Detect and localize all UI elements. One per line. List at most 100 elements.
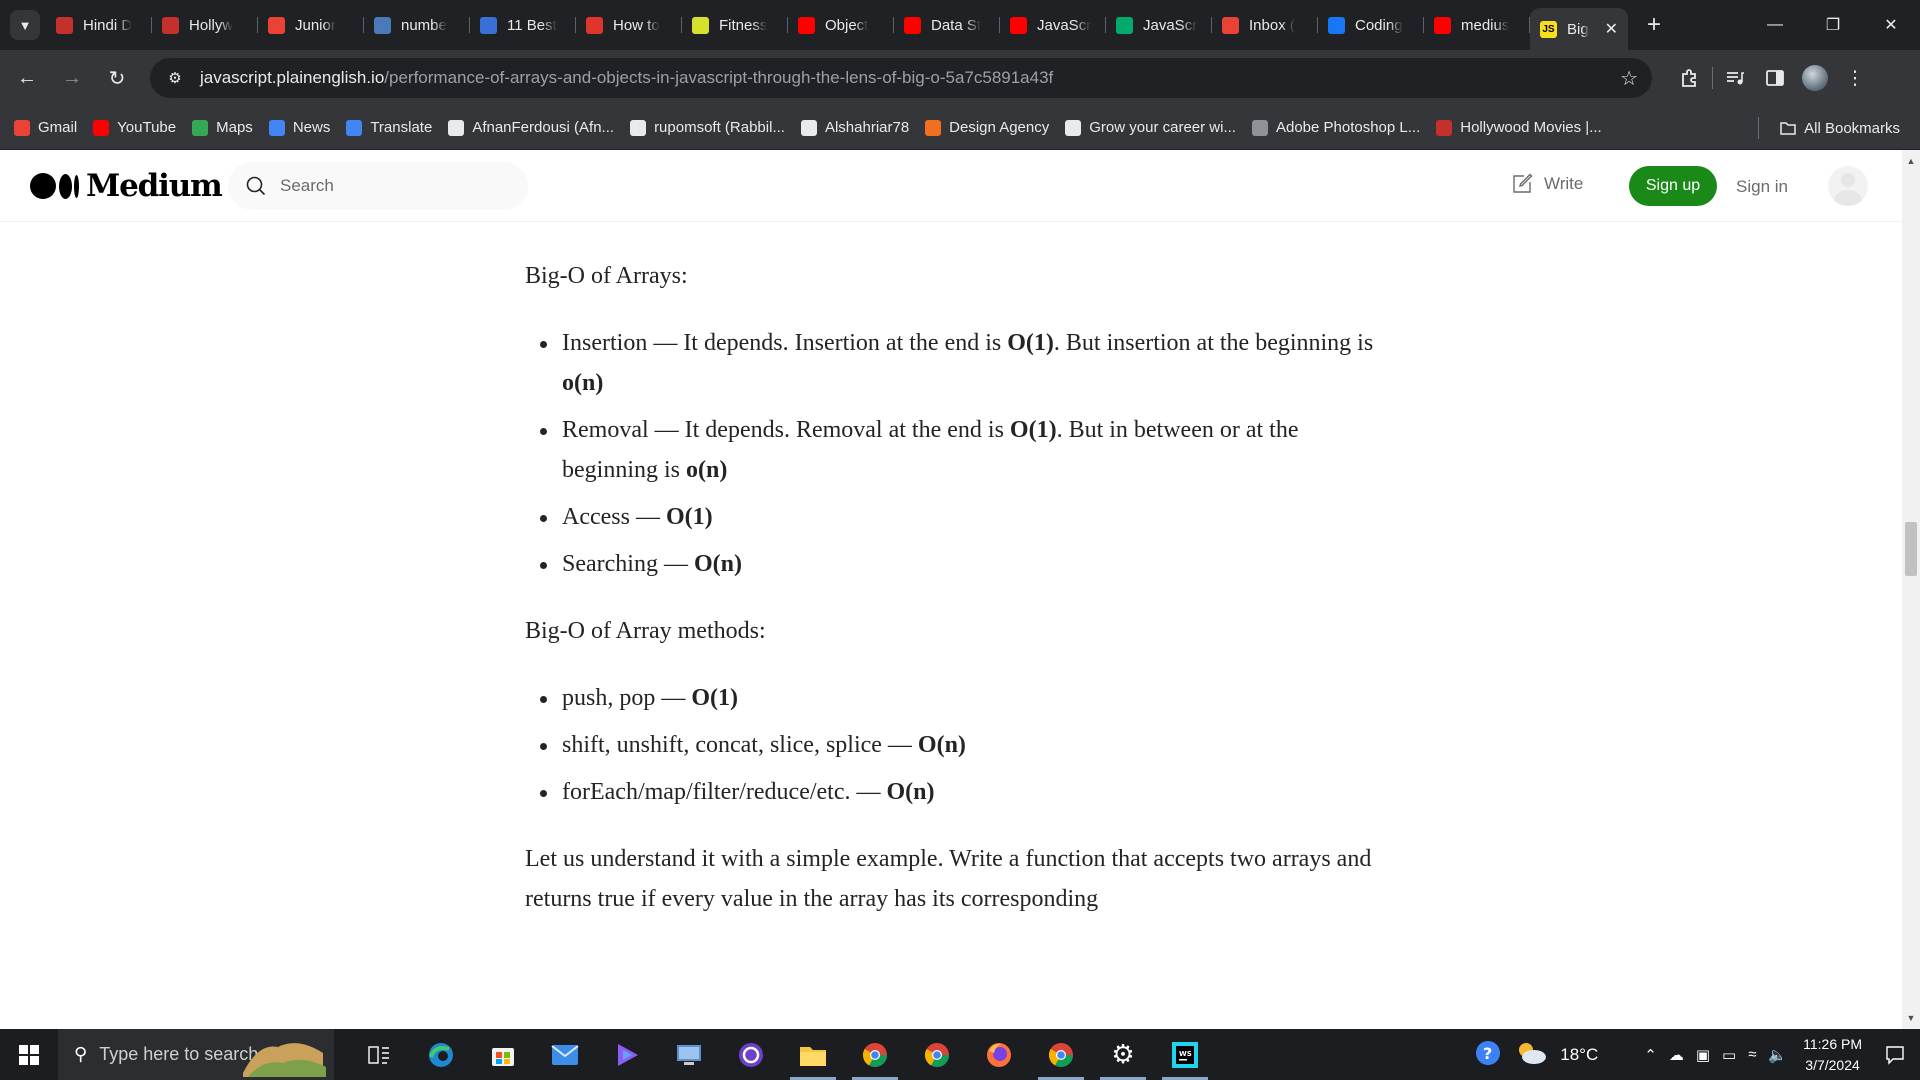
search-input[interactable] <box>280 176 500 196</box>
bookmark-12[interactable]: Hollywood Movies |... <box>1428 113 1609 143</box>
tab-10[interactable]: JavaScr <box>1000 7 1106 43</box>
weather-temperature[interactable]: 18°C <box>1560 1045 1598 1065</box>
chrome-alt-icon[interactable] <box>1030 1029 1092 1080</box>
chrome-profile-icon[interactable] <box>906 1029 968 1080</box>
tab-title: Inbox ( <box>1249 16 1295 34</box>
user-avatar[interactable] <box>1828 166 1868 206</box>
bookmark-5[interactable]: Translate <box>338 113 440 143</box>
back-button[interactable]: ← <box>9 60 45 96</box>
menu-icon[interactable]: ⋮ <box>1835 58 1875 98</box>
youtube-icon <box>798 16 815 34</box>
tab-title: Hindi D <box>83 16 133 34</box>
complexity-value: o(n) <box>562 370 604 396</box>
settings-gear-icon[interactable]: ⚙ <box>1092 1029 1154 1080</box>
tab-2[interactable]: Hollyw <box>152 7 258 43</box>
file-explorer-icon[interactable] <box>782 1029 844 1080</box>
remote-desktop-icon[interactable] <box>658 1029 720 1080</box>
media-controls-icon[interactable] <box>1715 58 1755 98</box>
profile-avatar[interactable] <box>1795 58 1835 98</box>
extensions-icon[interactable] <box>1670 58 1710 98</box>
taskbar-clock[interactable]: 11:26 PM 3/7/2024 <box>1803 1034 1862 1076</box>
tab-5[interactable]: 11 Best <box>470 7 576 43</box>
show-hidden-icons[interactable]: ⌃ <box>1644 1046 1657 1064</box>
edge-icon[interactable] <box>410 1029 472 1080</box>
clock-time: 11:26 PM <box>1803 1035 1862 1052</box>
mail-icon[interactable] <box>534 1029 596 1080</box>
tab-4[interactable]: numbe <box>364 7 470 43</box>
help-icon[interactable]: ? <box>1474 1039 1502 1071</box>
complexity-value: O(1) <box>1007 330 1054 356</box>
scroll-down-icon[interactable]: ▼ <box>1902 1009 1920 1027</box>
tab-12[interactable]: Inbox ( <box>1212 7 1318 43</box>
close-window-icon[interactable]: ✕ <box>1862 0 1920 50</box>
volume-icon[interactable]: 🔈 <box>1768 1046 1787 1064</box>
taskbar-search[interactable]: ⚲ Type here to search <box>58 1029 334 1080</box>
media-player-icon[interactable] <box>596 1029 658 1080</box>
new-tab-button[interactable]: + <box>1638 9 1670 41</box>
tab-8[interactable]: Object <box>788 7 894 43</box>
wifi-icon[interactable]: ≈ <box>1748 1046 1756 1063</box>
bookmark-6[interactable]: AfnanFerdousi (Afn... <box>440 113 622 143</box>
notification-center-icon[interactable] <box>1880 1029 1910 1080</box>
bookmark-2[interactable]: YouTube <box>85 113 184 143</box>
tab-title: Fitness <box>719 16 768 34</box>
tab-7[interactable]: Fitness <box>682 7 788 43</box>
site-info-icon[interactable]: ⚙ <box>162 69 188 87</box>
webstorm-icon[interactable]: WS <box>1154 1029 1216 1080</box>
start-button[interactable] <box>0 1029 58 1080</box>
search-box[interactable] <box>228 162 528 210</box>
chrome-icon[interactable] <box>844 1029 906 1080</box>
tab-9[interactable]: Data St <box>894 7 1000 43</box>
restore-icon[interactable]: ❐ <box>1804 0 1862 50</box>
task-view-icon[interactable] <box>348 1029 410 1080</box>
tab-active[interactable]: JS Big ✕ <box>1530 8 1628 50</box>
tab-6[interactable]: How to <box>576 7 682 43</box>
onedrive-icon[interactable]: ☁ <box>1669 1046 1684 1064</box>
browser-toolbar: ← → ↻ ⚙ javascript.plainenglish.io/perfo… <box>0 50 1920 106</box>
list-item: push, pop — O(1) <box>525 678 1377 718</box>
reload-button[interactable]: ↻ <box>99 60 135 96</box>
list-item-text: Searching — <box>562 551 694 577</box>
youtube-icon <box>1434 16 1451 34</box>
medium-logo-wordmark: Medium <box>86 168 223 204</box>
github-desktop-icon[interactable] <box>720 1029 782 1080</box>
weather-icon[interactable] <box>1514 1040 1548 1070</box>
bookmark-3[interactable]: Maps <box>184 113 261 143</box>
tab-search-button[interactable]: ▼ <box>10 10 40 40</box>
bookmark-4[interactable]: News <box>261 113 339 143</box>
bookmark-11[interactable]: Adobe Photoshop L... <box>1244 113 1428 143</box>
minimize-icon[interactable]: — <box>1746 0 1804 50</box>
forward-button[interactable]: → <box>54 60 90 96</box>
microsoft-store-icon[interactable] <box>472 1029 534 1080</box>
firefox-icon[interactable] <box>968 1029 1030 1080</box>
bookmark-7[interactable]: rupomsoft (Rabbil... <box>622 113 793 143</box>
tab-13[interactable]: Coding <box>1318 7 1424 43</box>
meet-now-icon[interactable]: ▣ <box>1696 1046 1710 1064</box>
tab-1[interactable]: Hindi D <box>46 7 152 43</box>
all-bookmarks-button[interactable]: All Bookmarks <box>1772 113 1908 143</box>
close-icon[interactable]: ✕ <box>1605 19 1618 39</box>
tab-title: medius <box>1461 16 1510 34</box>
sign-in-link[interactable]: Sign in <box>1736 177 1788 197</box>
address-bar[interactable]: ⚙ javascript.plainenglish.io/performance… <box>150 58 1652 98</box>
sign-up-button[interactable]: Sign up <box>1629 166 1717 206</box>
tab-3[interactable]: Junior <box>258 7 364 43</box>
bookmark-9[interactable]: Design Agency <box>917 113 1057 143</box>
bookmark-8[interactable]: Alshahriar78 <box>793 113 917 143</box>
url-text[interactable]: javascript.plainenglish.io/performance-o… <box>200 68 1053 88</box>
medium-logo[interactable]: Medium <box>30 168 223 204</box>
svg-text:?: ? <box>1483 1044 1492 1063</box>
tab-14[interactable]: medius <box>1424 7 1530 43</box>
tab-11[interactable]: JavaScr <box>1106 7 1212 43</box>
bookmark-star-icon[interactable]: ☆ <box>1620 66 1638 91</box>
scrollbar-thumb[interactable] <box>1905 522 1917 576</box>
scroll-up-icon[interactable]: ▲ <box>1902 152 1920 170</box>
side-panel-icon[interactable] <box>1755 58 1795 98</box>
bookmark-10[interactable]: Grow your career wi... <box>1057 113 1244 143</box>
page-scrollbar[interactable]: ▲ ▼ <box>1902 150 1920 1029</box>
complexity-value: O(1) <box>665 504 713 530</box>
write-button[interactable]: Write <box>1510 172 1583 196</box>
career-icon <box>1065 119 1082 136</box>
battery-icon[interactable]: ▭ <box>1722 1046 1736 1064</box>
bookmark-1[interactable]: Gmail <box>6 113 85 143</box>
